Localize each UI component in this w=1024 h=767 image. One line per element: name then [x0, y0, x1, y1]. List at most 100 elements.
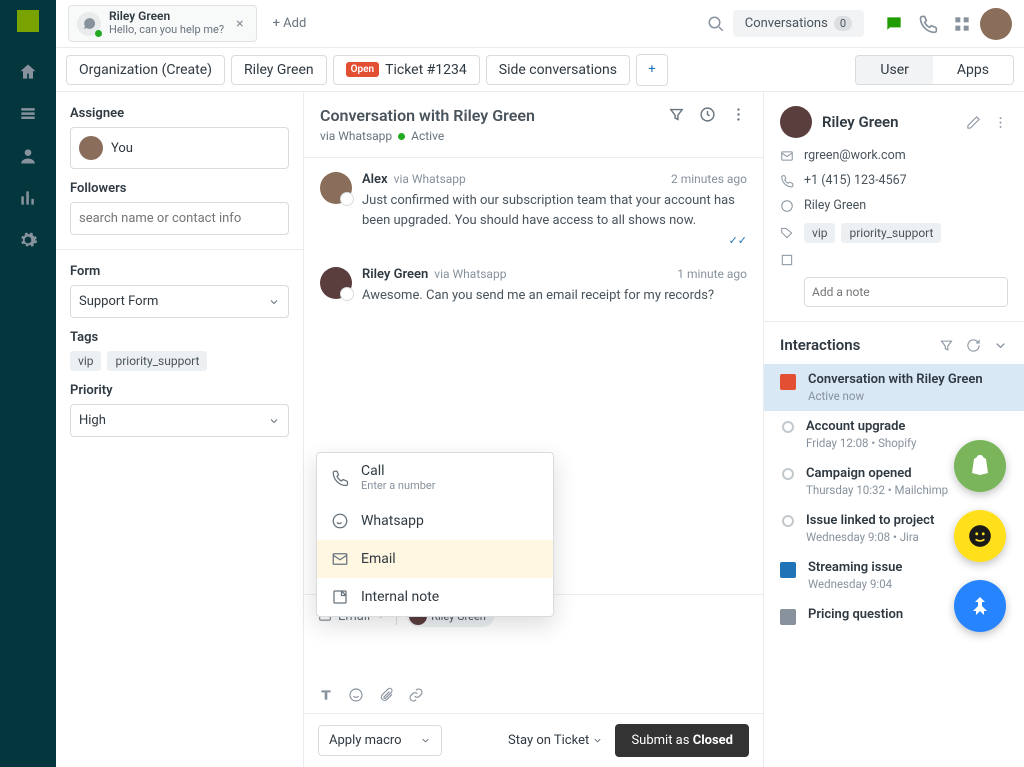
link-icon[interactable]	[408, 687, 424, 703]
form-select[interactable]: Support Form	[70, 285, 289, 318]
overflow-icon[interactable]	[993, 115, 1008, 130]
priority-select[interactable]: High	[70, 404, 289, 437]
search-icon[interactable]	[707, 15, 725, 33]
reports-icon[interactable]	[18, 188, 38, 208]
assignee-avatar	[79, 136, 103, 160]
conversations-dropdown[interactable]: Conversations 0	[733, 10, 864, 37]
chevron-down-icon[interactable]	[993, 338, 1008, 353]
message-author: Riley Green	[362, 267, 428, 282]
home-icon[interactable]	[18, 62, 38, 82]
status-marker-open	[780, 374, 796, 390]
interaction-sub: Friday 12:08 • Shopify	[806, 436, 917, 450]
submit-button[interactable]: Submit as Closed	[615, 724, 749, 757]
user-avatar[interactable]	[980, 8, 1012, 40]
delivered-checks-icon: ✓✓	[729, 234, 747, 247]
edit-icon[interactable]	[966, 115, 981, 130]
note-icon	[780, 253, 794, 267]
popup-option-internal-note[interactable]: Internal note	[317, 578, 553, 616]
message-time: 1 minute ago	[677, 267, 747, 281]
attachment-icon[interactable]	[378, 687, 394, 703]
ticket-footer: Apply macro Stay on Ticket Submit as Clo…	[304, 713, 763, 767]
customer-phone[interactable]: +1 (415) 123-4567	[804, 173, 907, 188]
history-icon[interactable]	[699, 106, 716, 123]
chevron-down-icon	[592, 735, 603, 746]
shopify-fab[interactable]	[954, 440, 1006, 492]
add-button[interactable]: + Add	[265, 12, 315, 35]
interaction-sub: Thursday 10:32 • Mailchimp	[806, 483, 948, 497]
mail-icon	[780, 149, 794, 163]
tab-ticket[interactable]: Open Ticket #1234	[333, 55, 480, 85]
close-tab-icon[interactable]: ×	[232, 16, 247, 32]
call-icon[interactable]	[918, 14, 938, 34]
form-value: Support Form	[79, 294, 158, 309]
message-via: via Whatsapp	[394, 172, 466, 186]
tag-chip[interactable]: vip	[804, 223, 835, 243]
interaction-sub: Active now	[808, 389, 983, 403]
nav-rail	[0, 0, 56, 767]
popup-option-email[interactable]: Email	[317, 540, 553, 578]
overflow-icon[interactable]	[730, 106, 747, 123]
tab-side-conversations[interactable]: Side conversations	[486, 55, 630, 85]
refresh-icon[interactable]	[966, 338, 981, 353]
whatsapp-icon	[780, 199, 794, 213]
interaction-name: Account upgrade	[806, 419, 917, 434]
tag-chip[interactable]: priority_support	[107, 351, 207, 371]
apply-macro-dropdown[interactable]: Apply macro	[318, 725, 442, 756]
stay-on-ticket-dropdown[interactable]: Stay on Ticket	[508, 733, 603, 748]
jira-fab[interactable]	[954, 580, 1006, 632]
note-text-input[interactable]	[812, 285, 1000, 299]
conversation-title: Conversation with Riley Green	[320, 106, 535, 125]
segment-user[interactable]: User	[856, 56, 932, 84]
status-pill-open: Open	[346, 62, 380, 77]
emoji-icon[interactable]	[348, 687, 364, 703]
popup-label: Call	[361, 463, 435, 479]
interaction-name: Campaign opened	[806, 466, 948, 481]
tag-chip[interactable]: vip	[70, 351, 101, 371]
popup-label: Internal note	[361, 589, 439, 605]
mailchimp-fab[interactable]	[954, 510, 1006, 562]
customer-whatsapp[interactable]: Riley Green	[804, 198, 866, 213]
followers-text-input[interactable]	[79, 211, 280, 226]
tab-person[interactable]: Riley Green	[231, 55, 327, 85]
conversation-tab-chip[interactable]: Riley Green Hello, can you help me? ×	[68, 5, 257, 41]
customer-email[interactable]: rgreen@work.com	[804, 148, 906, 163]
topbar: Riley Green Hello, can you help me? × + …	[56, 0, 1024, 48]
interaction-item[interactable]: Conversation with Riley GreenActive now	[764, 364, 1024, 411]
popup-label: Whatsapp	[361, 513, 424, 529]
message-avatar	[320, 172, 352, 204]
form-label: Form	[70, 264, 289, 279]
tab-chip-name: Riley Green	[109, 10, 224, 24]
followers-input[interactable]	[70, 202, 289, 235]
assignee-label: Assignee	[70, 106, 289, 121]
mail-icon	[331, 550, 349, 568]
phone-icon	[331, 469, 349, 487]
customers-icon[interactable]	[18, 146, 38, 166]
chevron-down-icon	[268, 296, 280, 308]
tags-label: Tags	[70, 330, 289, 345]
assignee-field[interactable]: You	[70, 127, 289, 169]
add-note-input[interactable]	[804, 277, 1008, 307]
popup-option-whatsapp[interactable]: Whatsapp	[317, 502, 553, 540]
filter-icon[interactable]	[939, 338, 954, 353]
interactions-title: Interactions	[780, 336, 860, 354]
filter-icon[interactable]	[668, 106, 685, 123]
text-format-icon[interactable]	[318, 687, 334, 703]
settings-icon[interactable]	[18, 230, 38, 250]
tab-organization[interactable]: Organization (Create)	[66, 55, 225, 85]
conversation-status: Active	[411, 129, 444, 143]
phone-icon	[780, 174, 794, 188]
interaction-name: Streaming issue	[808, 560, 902, 575]
segment-apps[interactable]: Apps	[933, 56, 1013, 84]
chat-icon[interactable]	[884, 14, 904, 34]
whatsapp-icon	[77, 12, 101, 36]
popup-option-call[interactable]: CallEnter a number	[317, 453, 553, 502]
tag-chip[interactable]: priority_support	[841, 223, 941, 243]
views-icon[interactable]	[18, 104, 38, 124]
interaction-name: Issue linked to project	[806, 513, 934, 528]
add-tab-button[interactable]: +	[636, 54, 668, 86]
interaction-sub: Wednesday 9:08 • Jira	[806, 530, 934, 544]
apps-grid-icon[interactable]	[952, 14, 972, 34]
tag-icon	[780, 226, 794, 240]
message-item: Alex via Whatsapp 2 minutes ago Just con…	[320, 172, 747, 247]
interaction-sub: Wednesday 9:04	[808, 577, 902, 591]
